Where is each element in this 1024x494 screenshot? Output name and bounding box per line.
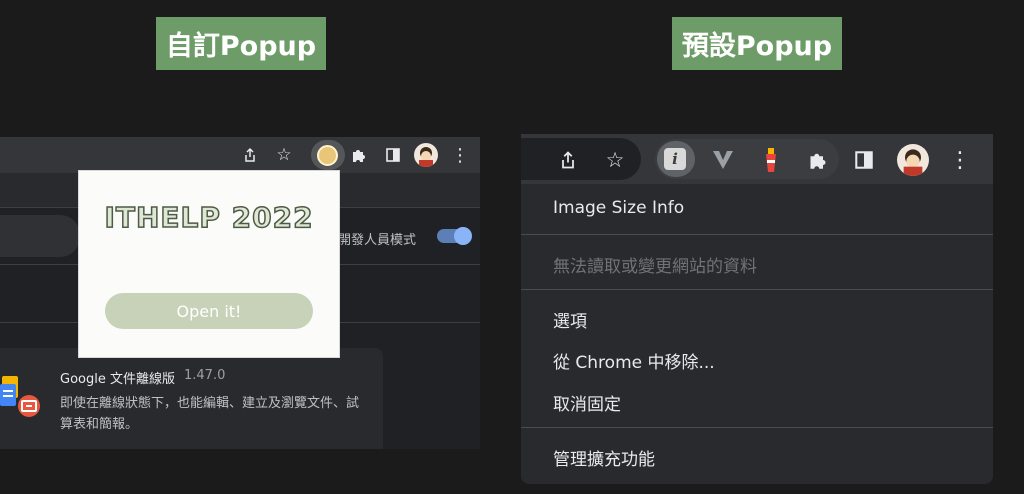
menu-divider (521, 289, 993, 290)
developer-mode-label: 開發人員模式 (338, 233, 417, 248)
search-box[interactable] (0, 215, 80, 257)
puzzle-icon[interactable] (347, 143, 371, 167)
image-size-info-icon[interactable]: i (664, 148, 686, 170)
avatar[interactable] (897, 144, 929, 176)
menu-item-unpin[interactable]: 取消固定 (553, 390, 621, 415)
menu-item-remove-from-chrome[interactable]: 從 Chrome 中移除... (553, 348, 715, 373)
share-icon[interactable] (554, 146, 582, 174)
custom-popup-screenshot: ☆ ⋮ 開發人員模式 Google 文件離線版 1.47.0 即使在離線狀態下，… (0, 137, 480, 449)
side-panel-icon[interactable] (381, 143, 405, 167)
share-icon[interactable] (238, 143, 262, 167)
menu-item-extension-name[interactable]: Image Size Info (553, 198, 684, 218)
side-panel-icon[interactable] (850, 146, 878, 174)
open-it-button[interactable]: Open it! (105, 293, 313, 329)
custom-extension-popup: ITHELP 2022 Open it! (78, 170, 340, 358)
custom-popup-label: 自訂Popup (156, 17, 326, 70)
puzzle-icon[interactable] (804, 146, 832, 174)
avatar[interactable] (414, 143, 438, 167)
extension-description: 即使在離線狀態下，也能編輯、建立及瀏覽文件、試算表和簡報。 (60, 396, 360, 432)
bookmark-star-icon[interactable]: ☆ (272, 143, 296, 167)
toggle-knob[interactable] (454, 227, 472, 245)
v-extension-icon[interactable] (709, 146, 737, 174)
browser-toolbar: ☆ i ⋮ (521, 134, 993, 184)
menu-divider (521, 234, 993, 235)
menu-item-manage-extensions[interactable]: 管理擴充功能 (553, 445, 655, 470)
lighthouse-icon[interactable] (763, 148, 779, 172)
default-popup-label: 預設Popup (672, 17, 842, 70)
menu-kebab-icon[interactable]: ⋮ (946, 146, 974, 174)
extension-name: Google 文件離線版 (60, 372, 175, 387)
menu-item-options[interactable]: 選項 (553, 307, 587, 332)
bookmark-star-icon[interactable]: ☆ (601, 146, 629, 174)
extension-smile-icon[interactable] (317, 145, 338, 166)
menu-kebab-icon[interactable]: ⋮ (448, 143, 472, 167)
google-docs-offline-icon (0, 372, 40, 422)
browser-toolbar: ☆ ⋮ (0, 137, 480, 173)
default-popup-screenshot: ☆ i ⋮ Image Size Info 無法讀取或變更網站的資料 選項 從 … (521, 134, 993, 484)
extension-version: 1.47.0 (184, 368, 226, 383)
popup-title: ITHELP 2022 (104, 200, 314, 235)
menu-divider (521, 427, 993, 428)
menu-item-cannot-access: 無法讀取或變更網站的資料 (553, 257, 757, 277)
